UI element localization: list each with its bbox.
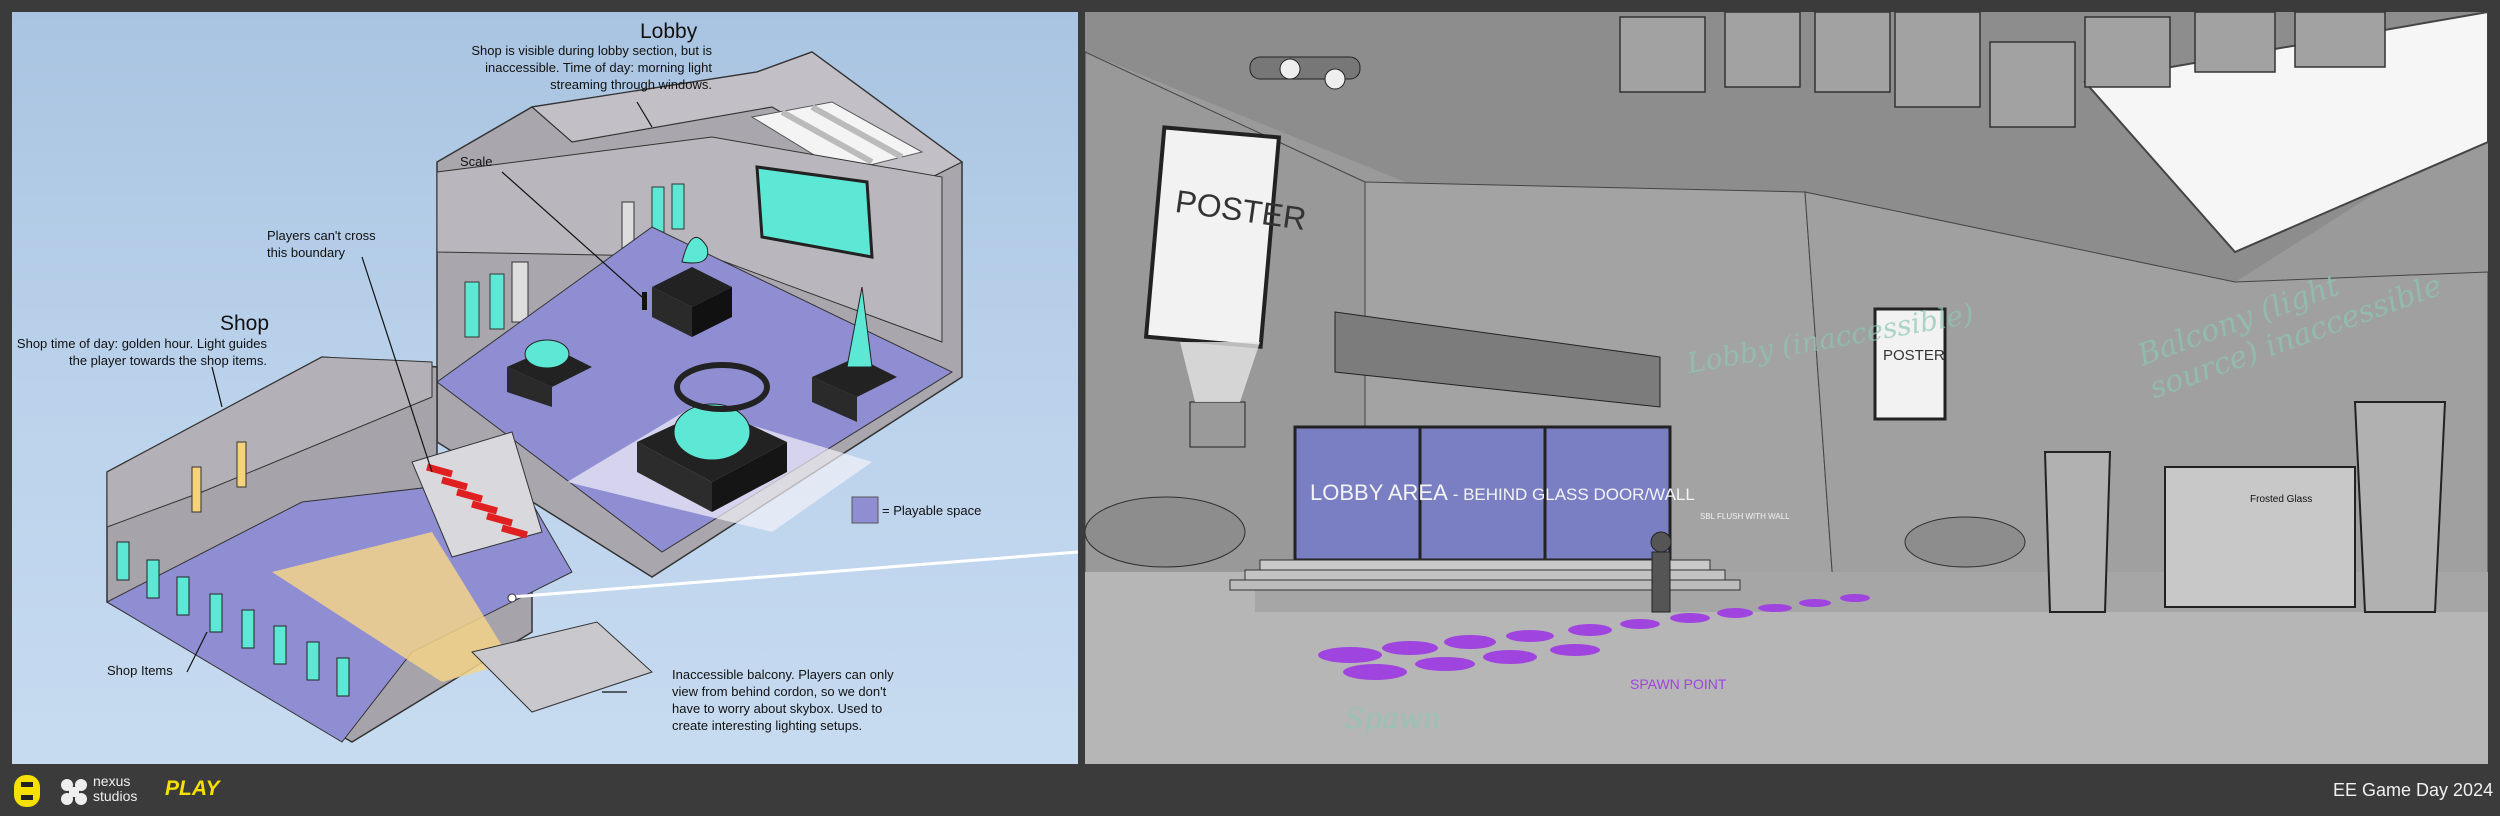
playable-legend: = Playable space	[882, 503, 982, 518]
lobby-area-label: LOBBY AREA - BEHIND GLASS DOOR/WALL	[1310, 480, 1695, 506]
play-logo: PLAY	[165, 777, 220, 800]
poster-small-text: POSTER	[1883, 347, 1945, 364]
lobby-title: Lobby	[640, 20, 698, 43]
script-spawn-note: Spawn	[1345, 702, 1441, 735]
playable-legend-swatch	[851, 496, 879, 524]
spawn-point-label: SPAWN POINT	[1630, 676, 1727, 692]
nexus-logo-icon	[61, 779, 87, 805]
nexus-logo-line1: nexus	[93, 773, 131, 789]
balcony-note: Inaccessible balcony. Players can only v…	[672, 667, 894, 733]
isometric-drawing	[105, 51, 1078, 743]
nexus-logo-text: nexus studios	[93, 774, 137, 804]
perspective-drawing	[1085, 12, 2488, 764]
right-pillar-bin	[2353, 401, 2447, 613]
character-figure	[1651, 551, 1671, 613]
large-poster	[1143, 125, 1282, 349]
scale-label: Scale	[460, 154, 493, 169]
concept-sheet: Lobby Shop is visible during lobby secti…	[0, 0, 2500, 816]
perspective-sketch-panel: POSTER POSTER LOBBY AREA - BEHIND GLASS …	[1085, 12, 2488, 764]
lobby-area-subtitle: - BEHIND GLASS DOOR/WALL	[1452, 485, 1695, 504]
shop-items-label: Shop Items	[107, 663, 173, 678]
ee-logo-icon	[14, 775, 40, 807]
flush-note: SBL FLUSH WITH WALL	[1700, 512, 1790, 521]
left-pillar-bin	[2043, 451, 2112, 613]
boundary-note: Players can't cross this boundary	[267, 228, 376, 260]
lobby-area-title: LOBBY AREA	[1310, 480, 1447, 505]
nexus-logo-line2: studios	[93, 788, 138, 804]
event-label: EE Game Day 2024	[2333, 780, 2494, 800]
lobby-note: Shop is visible during lobby section, bu…	[471, 43, 712, 92]
shop-note: Shop time of day: golden hour. Light gui…	[16, 336, 267, 368]
isometric-layout-panel: Lobby Shop is visible during lobby secti…	[12, 12, 1078, 764]
frosted-glass-label: Frosted Glass	[2250, 494, 2313, 505]
footer-bar: nexus studios PLAY EE Game Day 2024	[0, 766, 2500, 816]
shop-title: Shop	[220, 312, 270, 335]
